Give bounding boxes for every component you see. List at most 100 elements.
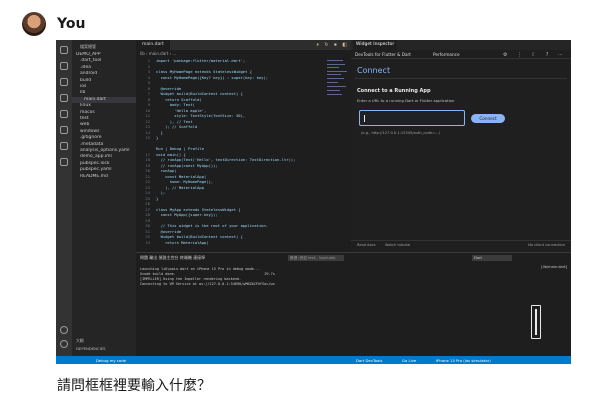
connect-section-title: Connect to a Running App [357, 88, 431, 94]
tab-main-dart[interactable]: main.dart [136, 40, 170, 50]
code-line: 28 const MyApp({super.key}); [136, 212, 217, 217]
remote-explorer-icon[interactable] [60, 126, 68, 134]
line-text: } [156, 135, 159, 140]
status-dart-devtools[interactable]: Dart DevTools [356, 358, 382, 363]
connect-button[interactable]: Connect [471, 114, 505, 123]
devtools-footer: Read docs Watch tutorial No client conne… [351, 240, 571, 248]
code-line: 2 [136, 64, 156, 69]
line-text: // runApp(Text('Hello', textDirection: T… [156, 157, 296, 162]
code-line: 21 const MaterialApp( [136, 174, 206, 179]
search-icon[interactable] [60, 62, 68, 70]
flutter-icon[interactable] [60, 158, 68, 166]
editor-tabs: main.dart ⏸ ↻ ⏹ ◧ [136, 40, 351, 50]
file-tree-item[interactable]: analysis_options.yaml [72, 148, 136, 154]
line-number: 4 [147, 74, 150, 80]
watch-tutorial-link[interactable]: Watch tutorial [385, 243, 410, 247]
line-text: void main() { [156, 151, 186, 157]
file-tree-item[interactable]: DEMO_APP [72, 52, 136, 58]
panel-tabs[interactable]: 問題 輸出 偵錯主控台 終端機 連接埠 [140, 255, 205, 261]
account-icon[interactable] [60, 326, 68, 334]
tab-devtools[interactable]: DevTools for Flutter & Dart [355, 51, 411, 59]
file-tree-item[interactable]: .dart_tool [72, 58, 136, 64]
line-number: 3 [147, 69, 150, 74]
user-name: You [57, 16, 86, 32]
testing-icon[interactable] [60, 142, 68, 150]
line-number: 8 [147, 96, 150, 102]
file-tree-item[interactable]: .idea [72, 65, 136, 71]
line-number: 31 [145, 228, 150, 234]
file-tree-item[interactable]: .gitignore [72, 135, 136, 141]
gear-icon[interactable] [60, 340, 68, 348]
code-line: 24 ); [136, 190, 165, 195]
file-tree-item[interactable]: build [72, 78, 136, 84]
code-editor[interactable]: main.dart ⏸ ↻ ⏹ ◧ lib › main.dart › ... … [136, 40, 351, 252]
file-tree-item[interactable]: pubspec.yaml [72, 167, 136, 173]
extensions-icon[interactable] [60, 110, 68, 118]
file-tree-item[interactable]: android [72, 71, 136, 77]
devtools-subtabs: DevTools for Flutter & Dart Performance … [351, 51, 571, 59]
file-tree-item[interactable]: windows [72, 129, 136, 135]
output-filter-input[interactable]: 篩選 (例如 text、!exclude) [288, 255, 344, 261]
file-tree-item[interactable]: test [72, 116, 136, 122]
code-line: 6 @override [136, 86, 181, 91]
status-device[interactable]: iPhone 15 Pro (ios simulator) [436, 358, 491, 363]
line-number: 19 [145, 162, 150, 168]
line-text: runApp( [156, 168, 177, 173]
devtools-panel: Widget Inspector DevTools for Flutter & … [351, 40, 571, 252]
code-line: 26 [136, 201, 156, 206]
line-text: 'Hello apple', [156, 107, 207, 113]
line-number: 18 [145, 157, 150, 162]
connect-heading: Connect [357, 66, 391, 75]
devtools-toolbar-icons[interactable]: ⚙ ⋮ ☾ ? ⋯ [503, 52, 567, 58]
code-line: 17 void main() { [136, 151, 186, 157]
line-number: 33 [145, 239, 150, 245]
line-number: 2 [147, 63, 150, 69]
status-debug[interactable]: Debug my code [96, 358, 126, 363]
file-tree-item[interactable]: README.md [72, 174, 136, 180]
tab-performance[interactable]: Performance [433, 51, 460, 59]
file-tree-item[interactable]: macos [72, 110, 136, 116]
line-number: 15 [145, 135, 150, 140]
code-line: 22 home: MyHomePage(), [136, 179, 213, 184]
file-tree-item[interactable]: .metadata [72, 142, 136, 148]
file-tree-item[interactable]: pubspec.lock [72, 161, 136, 167]
code-line: 12 ), // Text [136, 118, 192, 124]
file-tree-item[interactable]: main.dart [72, 96, 136, 103]
line-text: const MyHomePage({Key? key}) : super(key… [156, 74, 269, 80]
debug-toolbar-icons[interactable]: ⏸ ↻ ⏹ ◧ [316, 42, 349, 48]
line-number: 25 [145, 195, 150, 201]
explorer-icon[interactable] [60, 46, 68, 54]
dependencies-section[interactable]: DEPENDENCIES [76, 346, 106, 351]
question-text: 請問框框裡要輸入什麼？ [57, 378, 211, 394]
line-number: 12 [145, 118, 150, 124]
status-go-live[interactable]: Go Live [402, 358, 416, 363]
vm-service-url-input[interactable] [359, 110, 465, 126]
code-line: 14 } [136, 129, 162, 135]
code-line: 33 return MaterialApp( [136, 239, 209, 245]
tab-widget-inspector[interactable]: Widget Inspector [353, 40, 398, 50]
read-docs-link[interactable]: Read docs [357, 243, 376, 247]
file-tree-item[interactable]: demo_app.iml [72, 154, 136, 160]
file-tree-item[interactable]: ios [72, 84, 136, 90]
file-tree-item[interactable]: lib [72, 90, 136, 96]
source-control-icon[interactable] [60, 78, 68, 86]
breadcrumb[interactable]: lib › main.dart › ... [140, 51, 176, 56]
line-text: import 'package:flutter/material.dart'; [156, 58, 246, 63]
output-channel-select[interactable]: Dart [472, 255, 512, 261]
code-line: 15} [136, 135, 158, 140]
run-debug-icon[interactable] [60, 94, 68, 102]
line-number: 11 [145, 113, 150, 118]
file-tree-item[interactable]: web [72, 122, 136, 128]
minimap[interactable] [327, 58, 349, 248]
code-line: 4 const MyHomePage({Key? key}) : super(k… [136, 75, 268, 80]
outline-section[interactable]: 大綱 [76, 338, 84, 344]
code-line: 11 style: TextStyle(fontSize: 30), [136, 113, 245, 118]
line-text: style: TextStyle(fontSize: 30), [156, 113, 246, 118]
file-tree-item[interactable]: linux [72, 103, 136, 109]
line-text: return MaterialApp( [156, 239, 209, 245]
line-number: 9 [147, 102, 150, 107]
line-number: 27 [145, 206, 150, 212]
line-number: 14 [145, 129, 150, 135]
line-number: 10 [145, 107, 150, 113]
